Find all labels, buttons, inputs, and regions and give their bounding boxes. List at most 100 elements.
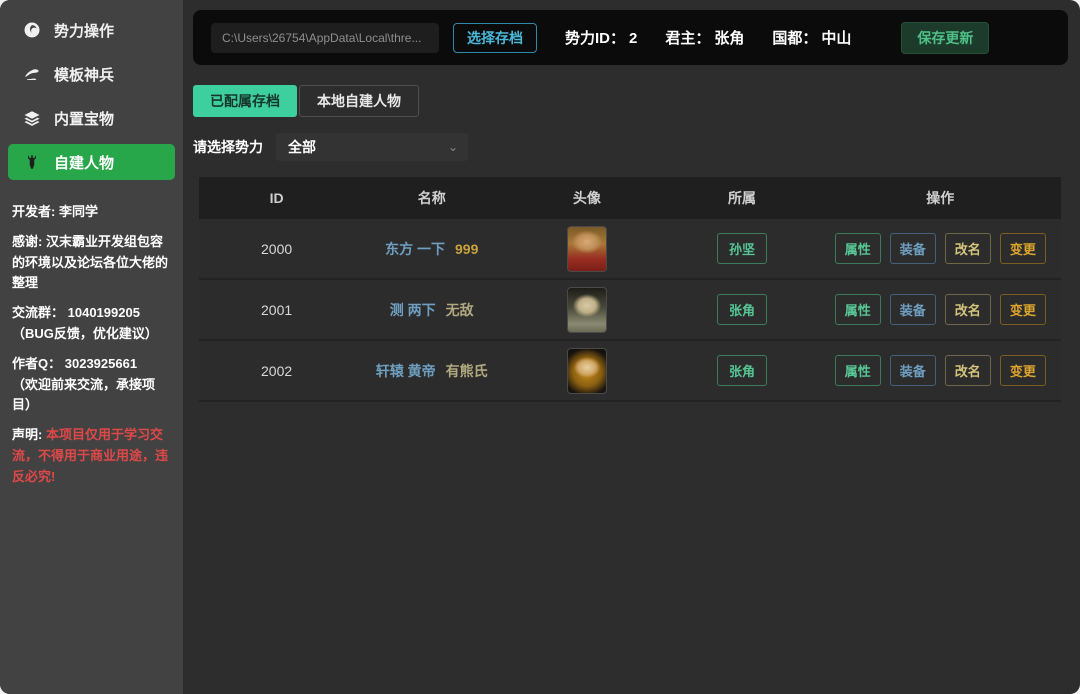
equipment-button[interactable]: 装备 bbox=[889, 233, 936, 264]
row-faction-cell: 孙坚 bbox=[664, 233, 819, 264]
table-header: ID 名称 头像 所属 操作 bbox=[199, 177, 1061, 219]
developer-label: 开发者: bbox=[12, 204, 56, 219]
sidebar-info: 开发者: 李同学 感谢: 汉末霸业开发组包容的环境以及论坛各位大佬的整理 交流群… bbox=[0, 188, 183, 488]
character-suffix: 无敌 bbox=[445, 301, 474, 318]
lord-caption: 君主： bbox=[665, 30, 711, 47]
row-id: 2002 bbox=[261, 362, 293, 379]
builtin-treasure-icon bbox=[22, 108, 42, 128]
sidebar-menu: 势力操作 模板神兵 内置宝物 自建人物 bbox=[0, 12, 183, 180]
sidebar-item-builtin-treasure[interactable]: 内置宝物 bbox=[8, 100, 175, 136]
equipment-button[interactable]: 装备 bbox=[889, 294, 936, 325]
attributes-button[interactable]: 属性 bbox=[834, 233, 881, 264]
lord-value: 张角 bbox=[714, 30, 745, 47]
row-name: 东方 一下 999 bbox=[354, 239, 509, 259]
faction-filter-row: 请选择势力 全部 ⌄ bbox=[193, 133, 1080, 161]
chevron-down-icon: ⌄ bbox=[447, 140, 458, 154]
rename-button[interactable]: 改名 bbox=[944, 355, 991, 386]
row-id: 2000 bbox=[261, 240, 293, 257]
col-header-faction: 所属 bbox=[728, 190, 757, 206]
character-name: 东方 一下 bbox=[385, 240, 445, 257]
row-faction-cell: 张角 bbox=[664, 355, 819, 386]
row-avatar-cell bbox=[509, 347, 664, 394]
faction-select[interactable]: 全部 ⌄ bbox=[276, 133, 468, 161]
equipment-button[interactable]: 装备 bbox=[889, 355, 936, 386]
rename-button[interactable]: 改名 bbox=[944, 233, 991, 264]
character-name: 测 两下 bbox=[389, 301, 436, 318]
row-faction-cell: 张角 bbox=[664, 294, 819, 325]
row-id: 2001 bbox=[261, 301, 293, 318]
capital-value: 中山 bbox=[821, 30, 852, 47]
tab-assigned-save[interactable]: 已配属存档 bbox=[193, 85, 297, 117]
rename-button[interactable]: 改名 bbox=[944, 294, 991, 325]
faction-tag: 张角 bbox=[717, 355, 768, 386]
qq-group-label: 交流群： bbox=[12, 305, 65, 321]
developer-name: 李同学 bbox=[58, 204, 98, 219]
change-button[interactable]: 变更 bbox=[999, 233, 1046, 264]
avatar bbox=[566, 225, 607, 272]
col-header-id: ID bbox=[269, 190, 284, 206]
attributes-button[interactable]: 属性 bbox=[834, 355, 881, 386]
table-row: 2001 测 两下 无敌 张角 属性 装备 改名 变更 bbox=[199, 280, 1061, 341]
faction-tag: 孙坚 bbox=[717, 233, 768, 264]
character-name: 轩辕 黄帝 bbox=[375, 362, 436, 379]
row-name: 轩辕 黄帝 有熊氏 bbox=[354, 361, 509, 381]
character-suffix: 999 bbox=[455, 240, 479, 257]
qq-group-number: 1040199205 bbox=[67, 305, 140, 321]
disclaimer-label: 声明: bbox=[12, 427, 43, 443]
sidebar-item-label: 自建人物 bbox=[54, 154, 115, 172]
row-avatar-cell bbox=[509, 286, 664, 333]
sidebar-item-template-weapon[interactable]: 模板神兵 bbox=[8, 56, 175, 92]
faction-filter-label: 请选择势力 bbox=[193, 139, 263, 155]
save-update-button[interactable]: 保存更新 bbox=[901, 21, 990, 54]
developer-line: 开发者: 李同学 bbox=[12, 202, 171, 223]
sidebar-item-label: 内置宝物 bbox=[54, 110, 115, 128]
row-avatar-cell bbox=[509, 225, 664, 272]
author-note: （欢迎前来交流，承接项目） bbox=[12, 376, 156, 413]
col-header-name: 名称 bbox=[417, 190, 446, 206]
avatar bbox=[566, 347, 607, 394]
attributes-button[interactable]: 属性 bbox=[834, 294, 881, 325]
sidebar-item-faction-ops[interactable]: 势力操作 bbox=[8, 12, 175, 48]
thanks-line: 感谢: 汉末霸业开发组包容的环境以及论坛各位大佬的整理 bbox=[12, 232, 171, 294]
avatar bbox=[566, 286, 607, 333]
faction-id-label: 势力ID： 2 bbox=[565, 27, 637, 48]
row-actions: 属性 装备 改名 变更 bbox=[820, 294, 1061, 325]
table-row: 2000 东方 一下 999 孙坚 属性 装备 改名 变更 bbox=[199, 219, 1061, 280]
faction-id-caption: 势力ID： bbox=[565, 30, 626, 47]
col-header-avatar: 头像 bbox=[572, 190, 601, 206]
topbar: 选择存档 势力ID：2 君主：张角 国都：中山 保存更新 bbox=[193, 10, 1068, 65]
author-qq: 3023925661 bbox=[64, 355, 138, 371]
app-window: 势力操作 模板神兵 内置宝物 自建人物 开发者: 李同学 感谢: 汉末霸业开发组… bbox=[0, 0, 1080, 694]
choose-save-button[interactable]: 选择存档 bbox=[453, 22, 537, 53]
qq-group-line: 交流群： 1040199205 （BUG反馈，优化建议） bbox=[12, 303, 171, 345]
sidebar-item-custom-character[interactable]: 自建人物 bbox=[8, 144, 175, 180]
faction-tag: 张角 bbox=[717, 294, 768, 325]
sidebar-item-label: 势力操作 bbox=[54, 22, 115, 40]
capital-caption: 国都： bbox=[772, 30, 818, 47]
faction-ops-icon bbox=[22, 20, 42, 40]
author-label: 作者Q： bbox=[12, 355, 62, 371]
table-row: 2002 轩辕 黄帝 有熊氏 张角 属性 装备 改名 变更 bbox=[199, 341, 1061, 402]
tabs: 已配属存档 本地自建人物 bbox=[193, 85, 1080, 117]
thanks-label: 感谢: bbox=[12, 233, 43, 249]
save-path-input[interactable] bbox=[211, 22, 439, 53]
faction-id-value: 2 bbox=[629, 30, 638, 47]
lord-label: 君主： 张角 bbox=[665, 27, 744, 48]
tab-local-custom-characters[interactable]: 本地自建人物 bbox=[299, 85, 419, 117]
row-actions: 属性 装备 改名 变更 bbox=[820, 233, 1061, 264]
row-actions: 属性 装备 改名 变更 bbox=[820, 355, 1061, 386]
change-button[interactable]: 变更 bbox=[999, 355, 1046, 386]
main-content: 选择存档 势力ID：2 君主：张角 国都：中山 保存更新 已配属存档 本地自建人… bbox=[183, 0, 1080, 694]
change-button[interactable]: 变更 bbox=[999, 294, 1046, 325]
faction-select-value: 全部 bbox=[288, 139, 316, 155]
author-line: 作者Q： 3023925661 （欢迎前来交流，承接项目） bbox=[12, 354, 171, 416]
sidebar: 势力操作 模板神兵 内置宝物 自建人物 开发者: 李同学 感谢: 汉末霸业开发组… bbox=[0, 0, 183, 694]
character-suffix: 有熊氏 bbox=[445, 362, 488, 379]
qq-group-note: （BUG反馈，优化建议） bbox=[12, 325, 158, 341]
capital-label: 国都： 中山 bbox=[772, 27, 851, 48]
custom-character-icon bbox=[22, 152, 42, 172]
disclaimer-line: 声明: 本项目仅用于学习交流，不得用于商业用途，违反必究! bbox=[12, 425, 171, 487]
row-name: 测 两下 无敌 bbox=[354, 300, 509, 320]
characters-table: ID 名称 头像 所属 操作 2000 东方 一下 999 孙坚 属性 装备 改… bbox=[199, 177, 1061, 402]
template-weapon-icon bbox=[22, 64, 42, 84]
